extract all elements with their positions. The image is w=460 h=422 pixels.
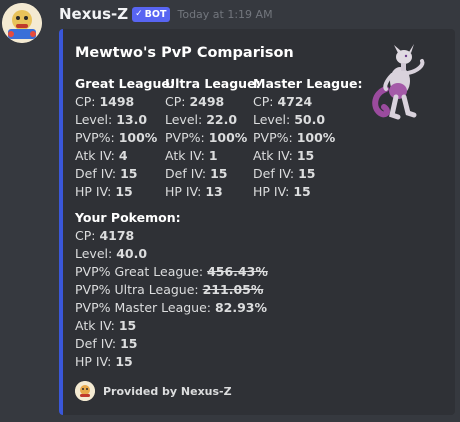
field-your-pokemon: Your Pokemon: CP: 4178 Level: 40.0 PVP% … [75,209,268,371]
mewtwo-thumbnail[interactable] [368,41,428,121]
level-line: Level: 40.0 [75,246,148,261]
hp-iv-line: HP IV: 15 [253,184,311,199]
field-ultra-league: Ultra League: CP: 2498 Level: 22.0 PVP%:… [165,75,261,201]
cp-line: CP: 4178 [75,228,135,243]
atk-iv-line: Atk IV: 15 [75,318,137,333]
pvp-line: PVP%: 100% [165,130,248,145]
pvp-line: PVP%: 100% [253,130,336,145]
level-line: Level: 50.0 [253,112,326,127]
cp-line: CP: 4724 [253,94,313,109]
verified-check-icon: ✓ [135,9,143,19]
def-iv-line: Def IV: 15 [75,336,138,351]
footer-avatar-icon [75,381,95,401]
def-iv-line: Def IV: 15 [253,166,316,181]
field-name: Great League: [75,76,175,91]
footer-text: Provided by Nexus-Z [103,384,232,398]
atk-iv-line: Atk IV: 15 [253,148,315,163]
pvp-line: PVP%: 100% [75,130,158,145]
def-iv-line: Def IV: 15 [75,166,138,181]
hp-iv-line: HP IV: 15 [75,354,133,369]
username[interactable]: Nexus-Z [59,5,128,23]
hp-iv-line: HP IV: 15 [75,184,133,199]
embed: Mewtwo's PvP Comparison Great League: CP… [59,29,455,415]
message-header: Nexus-Z ✓ BOT Today at 1:19 AM [59,3,273,25]
field-great-league: Great League: CP: 1498 Level: 13.0 PVP%:… [75,75,175,201]
bot-tag: ✓ BOT [132,6,171,22]
def-iv-line: Def IV: 15 [165,166,228,181]
level-line: Level: 22.0 [165,112,238,127]
embed-footer: Provided by Nexus-Z [75,381,232,401]
bot-tag-label: BOT [144,8,167,20]
level-line: Level: 13.0 [75,112,148,127]
timestamp[interactable]: Today at 1:19 AM [177,8,272,21]
pvp-master-line: PVP% Master League: 82.93% [75,300,268,315]
pvp-great-line: PVP% Great League: 456.43% [75,264,268,279]
bot-avatar[interactable] [2,3,42,43]
field-name: Your Pokemon: [75,210,181,225]
atk-iv-line: Atk IV: 4 [75,148,128,163]
field-master-league: Master League: CP: 4724 Level: 50.0 PVP%… [253,75,363,201]
field-name: Ultra League: [165,76,261,91]
cp-line: CP: 1498 [75,94,135,109]
atk-iv-line: Atk IV: 1 [165,148,218,163]
pvp-ultra-line: PVP% Ultra League: 211.05% [75,282,264,297]
field-name: Master League: [253,76,363,91]
cp-line: CP: 2498 [165,94,225,109]
hp-iv-line: HP IV: 13 [165,184,223,199]
embed-title: Mewtwo's PvP Comparison [75,45,294,61]
